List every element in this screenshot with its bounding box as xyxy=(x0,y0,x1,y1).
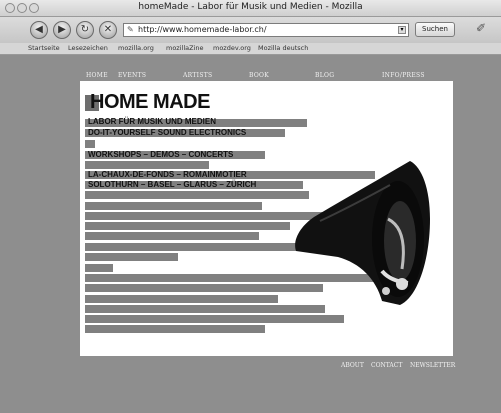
decor-bar xyxy=(85,191,309,199)
nav-blog-link[interactable]: BLOG xyxy=(315,72,334,79)
decor-bar xyxy=(85,315,344,323)
nav-info-press-link[interactable]: INFO/PRESS xyxy=(382,72,425,79)
navigation-toolbar: ◀ ▶ ↻ ✕ ✎ http://www.homemade-labor.ch/ … xyxy=(0,17,501,43)
decor-bar xyxy=(85,202,262,210)
search-button[interactable]: Suchen xyxy=(415,22,455,37)
bookmark-lesezeichen[interactable]: Lesezeichen xyxy=(68,44,108,52)
decor-bar xyxy=(85,305,325,313)
bookmarks-toolbar: Startseite Lesezeichen mozilla.org mozil… xyxy=(0,43,501,55)
subtitle-line: SOLOTHURN – BASEL – GLARUS – ZÜRICH xyxy=(88,180,257,189)
decor-bar xyxy=(85,325,265,333)
bookmark-mozilla-org[interactable]: mozilla.org xyxy=(118,44,154,52)
back-arrow-icon: ◀ xyxy=(35,24,43,35)
footer-about-link[interactable]: ABOUT xyxy=(341,362,364,369)
reload-icon: ↻ xyxy=(80,24,90,35)
decor-bar xyxy=(85,232,259,240)
throbber-icon: ✐ xyxy=(475,21,487,35)
nav-home-link[interactable]: HOME xyxy=(86,72,108,79)
bookmark-mozdev-org[interactable]: mozdev.org xyxy=(213,44,251,52)
decor-bar xyxy=(85,253,178,261)
window-titlebar: homeMade - Labor für Musik und Medien - … xyxy=(0,0,501,17)
nav-artists-link[interactable]: ARTISTS xyxy=(183,72,212,79)
decor-bar xyxy=(85,140,95,148)
subtitle-line: WORKSHOPS – DEMOS – CONCERTS xyxy=(88,150,234,159)
decor-bar xyxy=(85,284,323,292)
reload-button[interactable]: ↻ xyxy=(76,21,94,39)
bookmark-mozillazine[interactable]: mozillaZine xyxy=(166,44,204,52)
url-text[interactable]: http://www.homemade-labor.ch/ xyxy=(138,25,267,34)
url-bar[interactable]: ✎ http://www.homemade-labor.ch/ ▾ xyxy=(123,23,409,37)
forward-button[interactable]: ▶ xyxy=(53,21,71,39)
window-title: homeMade - Labor für Musik und Medien - … xyxy=(138,2,363,12)
stop-button[interactable]: ✕ xyxy=(99,21,117,39)
bookmark-startseite[interactable]: Startseite xyxy=(28,44,60,52)
content-card: HOME MADE LABOR FÜR MUSIK UND MEDIEN DO-… xyxy=(80,81,453,356)
subtitle-line: DO-IT-YOURSELF SOUND ELECTRONICS xyxy=(88,128,247,137)
speaker-horn-image xyxy=(295,161,430,305)
decor-bar xyxy=(85,222,290,230)
forward-arrow-icon: ▶ xyxy=(58,24,66,35)
search-button-label: Suchen xyxy=(422,25,448,33)
footer-contact-link[interactable]: CONTACT xyxy=(371,362,402,369)
nav-events-link[interactable]: EVENTS xyxy=(118,72,146,79)
page-icon: ✎ xyxy=(127,25,134,34)
site-title: HOME MADE xyxy=(90,91,210,113)
back-button[interactable]: ◀ xyxy=(30,21,48,39)
decor-bar xyxy=(85,161,209,169)
subtitle-line: LA-CHAUX-DE-FONDS – ROMAINMOTIER xyxy=(88,170,247,179)
subtitle-line: LABOR FÜR MUSIK UND MEDIEN xyxy=(88,117,216,126)
stop-icon: ✕ xyxy=(103,24,113,35)
bookmark-mozilla-deutsch[interactable]: Mozilla deutsch xyxy=(258,44,308,52)
decor-bar xyxy=(85,295,278,303)
decor-bar xyxy=(85,264,113,272)
nav-book-link[interactable]: BOOK xyxy=(249,72,269,79)
url-history-dropdown-icon[interactable]: ▾ xyxy=(398,26,406,34)
footer-newsletter-link[interactable]: NEWSLETTER xyxy=(410,362,455,369)
